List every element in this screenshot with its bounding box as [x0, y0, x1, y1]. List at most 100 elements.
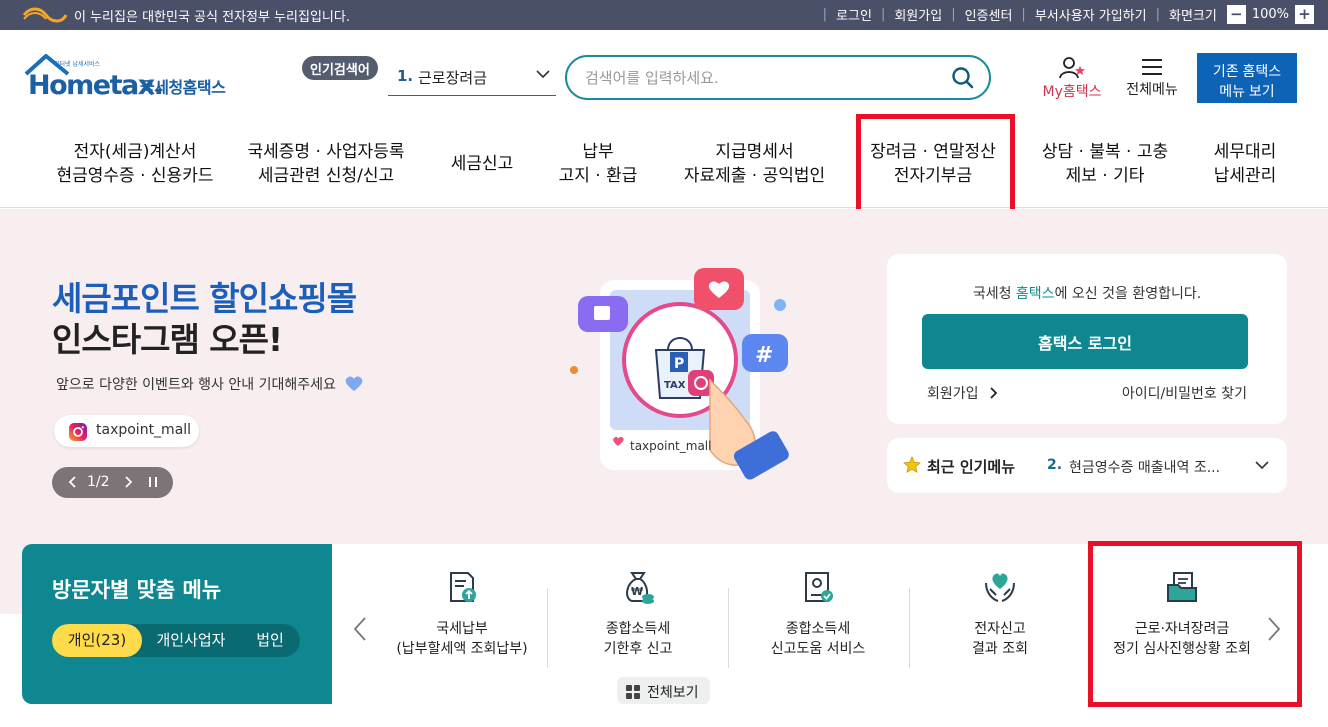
- nav-label: 세무대리: [1213, 142, 1277, 162]
- svg-text:#: #: [755, 343, 773, 368]
- service-e-filing-result[interactable]: 전자신고결과 조회: [910, 569, 1090, 659]
- certificate-icon: [805, 572, 833, 602]
- nav-sublabel: 자료제출 · 공익법인: [683, 166, 826, 186]
- nav-label: 세금신고: [450, 154, 514, 174]
- legacy-menu-button[interactable]: 기존 홈택스 메뉴 보기: [1197, 53, 1297, 103]
- chevron-right-icon[interactable]: [121, 473, 135, 491]
- service-tax-payment[interactable]: 국세납부 (납부할세액 조회납부): [372, 569, 552, 659]
- service-late-income-tax[interactable]: ₩ 종합소득세 기한후 신고: [548, 569, 728, 659]
- hometax-logo[interactable]: 인터넷 납세서비스 Hometax. 국세청홈택스: [24, 52, 238, 104]
- tab-individual[interactable]: 개인(23): [52, 624, 142, 657]
- grid-icon: [626, 685, 640, 699]
- nav-item-consulting[interactable]: 상담 · 불복 · 고충제보 · 기타: [1030, 140, 1180, 188]
- visitor-menu-panel: 방문자별 맞춤 메뉴 개인(23) 개인사업자 법인: [22, 544, 332, 704]
- nav-item-statements[interactable]: 지급명세서 자료제출 · 공익법인: [672, 140, 837, 188]
- search-icon[interactable]: [951, 66, 975, 90]
- nav-label: 납부: [582, 142, 614, 162]
- chevron-left-icon[interactable]: [352, 616, 368, 642]
- tax-payment-icon: [450, 572, 476, 602]
- legacy-menu-line1: 기존 홈택스: [1212, 62, 1282, 79]
- nav-item-tax-agent[interactable]: 세무대리납세관리: [1195, 140, 1295, 188]
- instagram-illustration: P TAX # taxpoint_mall: [560, 250, 820, 490]
- join-link[interactable]: 회원가입: [927, 383, 999, 403]
- nav-item-certificates[interactable]: 국세증명 · 사업자등록 세금관련 신청/신고: [236, 140, 416, 188]
- banner-page-count: 1/2: [87, 474, 110, 490]
- my-hometax-button[interactable]: My홈택스: [1037, 56, 1107, 100]
- welcome-post: 에 오신 것을 환영합니다.: [1054, 286, 1202, 302]
- svg-text:₩: ₩: [631, 585, 643, 598]
- login-link[interactable]: 로그인: [836, 5, 872, 24]
- popular-search-badge: 인기검색어: [302, 56, 378, 80]
- nav-item-e-invoice[interactable]: 전자(세금)계산서현금영수증 · 신용카드: [45, 140, 225, 188]
- popular-menu-item: 현금영수증 매출내역 조...: [1069, 460, 1221, 476]
- all-menu-button[interactable]: 전체메뉴: [1120, 56, 1184, 100]
- pause-icon[interactable]: [146, 473, 160, 491]
- welcome-highlight: 홈택스: [1015, 286, 1055, 302]
- nav-label: 전자(세금)계산서: [73, 142, 197, 162]
- service-label: 전자신고: [974, 621, 1026, 637]
- popular-menu-title: 최근 인기메뉴: [927, 458, 1016, 476]
- view-all-label: 전체보기: [647, 685, 699, 701]
- nav-sublabel: 고지 · 환급: [558, 166, 638, 186]
- main-nav: 전자(세금)계산서현금영수증 · 신용카드 국세증명 · 사업자등록 세금관련 신…: [0, 112, 1328, 208]
- chevron-left-icon[interactable]: [66, 473, 80, 491]
- nav-sublabel: 제보 · 기타: [1065, 166, 1145, 186]
- find-id-password-link[interactable]: 아이디/비밀번호 찾기: [1122, 383, 1247, 403]
- my-hometax-label: My홈택스: [1042, 84, 1102, 100]
- chevron-down-icon: [1255, 461, 1269, 470]
- nav-sublabel: 현금영수증 · 신용카드: [56, 166, 214, 186]
- star-icon: [903, 456, 921, 474]
- popular-search-select[interactable]: 1. 근로장려금: [388, 62, 556, 96]
- nav-item-tax-return[interactable]: 세금신고: [432, 152, 532, 176]
- hero-description: 앞으로 다양한 이벤트와 행사 안내 기대해주세요: [56, 374, 364, 394]
- highlight-box-service: [1088, 541, 1302, 707]
- popular-search-keyword: 근로장려금: [418, 69, 488, 87]
- zoom-out-button[interactable]: −: [1226, 5, 1246, 24]
- welcome-message: 국세청 홈택스에 오신 것을 환영합니다.: [887, 283, 1287, 303]
- tab-corporation[interactable]: 법인: [240, 624, 300, 657]
- user-star-icon: [1059, 57, 1085, 79]
- service-sublabel: 결과 조회: [972, 641, 1028, 657]
- view-all-button[interactable]: 전체보기: [617, 677, 710, 704]
- nav-sublabel: 납세관리: [1213, 166, 1277, 186]
- svg-text:인터넷 납세서비스: 인터넷 납세서비스: [54, 60, 101, 68]
- service-label: 종합소득세: [785, 621, 851, 637]
- recent-popular-menu[interactable]: 최근 인기메뉴 2. 현금영수증 매출내역 조...: [887, 438, 1287, 493]
- gov-emblem-icon: [22, 7, 68, 23]
- money-bag-icon: ₩: [626, 572, 654, 604]
- visitor-menu-title: 방문자별 맞춤 메뉴: [52, 578, 222, 602]
- zoom-in-button[interactable]: +: [1295, 5, 1314, 24]
- join-label: 회원가입: [927, 386, 979, 402]
- nav-item-payment[interactable]: 납부고지 · 환급: [548, 140, 648, 188]
- login-card: 국세청 홈택스에 오신 것을 환영합니다. 홈택스 로그인 회원가입 아이디/비…: [887, 254, 1287, 424]
- service-label: 국세납부: [436, 621, 488, 637]
- hometax-login-button[interactable]: 홈택스 로그인: [922, 314, 1248, 369]
- welcome-pre: 국세청: [972, 286, 1016, 302]
- service-sublabel: (납부할세액 조회납부): [396, 641, 528, 657]
- illustration-handle: taxpoint_mall: [630, 439, 711, 453]
- chevron-down-icon: [536, 70, 550, 79]
- search-box: [565, 55, 991, 100]
- instagram-link[interactable]: taxpoint_mall: [54, 415, 199, 447]
- visitor-tabs: 개인(23) 개인사업자 법인: [52, 624, 300, 657]
- dept-user-signup-link[interactable]: 부서사용자 가입하기: [1035, 5, 1147, 24]
- chevron-right-icon: [990, 387, 998, 399]
- service-income-tax-help[interactable]: 종합소득세 신고도움 서비스: [728, 569, 908, 659]
- heart-hands-icon: [985, 573, 1015, 602]
- nav-label: 상담 · 불복 · 고충: [1041, 142, 1169, 162]
- svg-text:P: P: [674, 356, 684, 372]
- svg-text:TAX: TAX: [664, 380, 686, 391]
- signup-link[interactable]: 회원가입: [894, 5, 942, 24]
- tab-sole-proprietor[interactable]: 개인사업자: [144, 624, 238, 657]
- popular-search-rank: 1.: [397, 67, 414, 85]
- popular-menu-rank: 2.: [1047, 457, 1063, 473]
- search-input[interactable]: [585, 66, 925, 90]
- hero-desc-text: 앞으로 다양한 이벤트와 행사 안내 기대해주세요: [56, 377, 336, 393]
- heart-icon: [345, 376, 363, 391]
- service-label: 종합소득세: [605, 621, 671, 637]
- shopping-bag-illustration-icon: P TAX # taxpoint_mall: [570, 268, 789, 480]
- gov-banner: 이 누리집은 대한민국 공식 전자정부 누리집입니다. | 로그인 | 회원가입…: [0, 0, 1328, 30]
- cert-center-link[interactable]: 인증센터: [965, 5, 1013, 24]
- nav-label: 국세증명 · 사업자등록: [247, 142, 405, 162]
- hamburger-icon: [1142, 59, 1162, 75]
